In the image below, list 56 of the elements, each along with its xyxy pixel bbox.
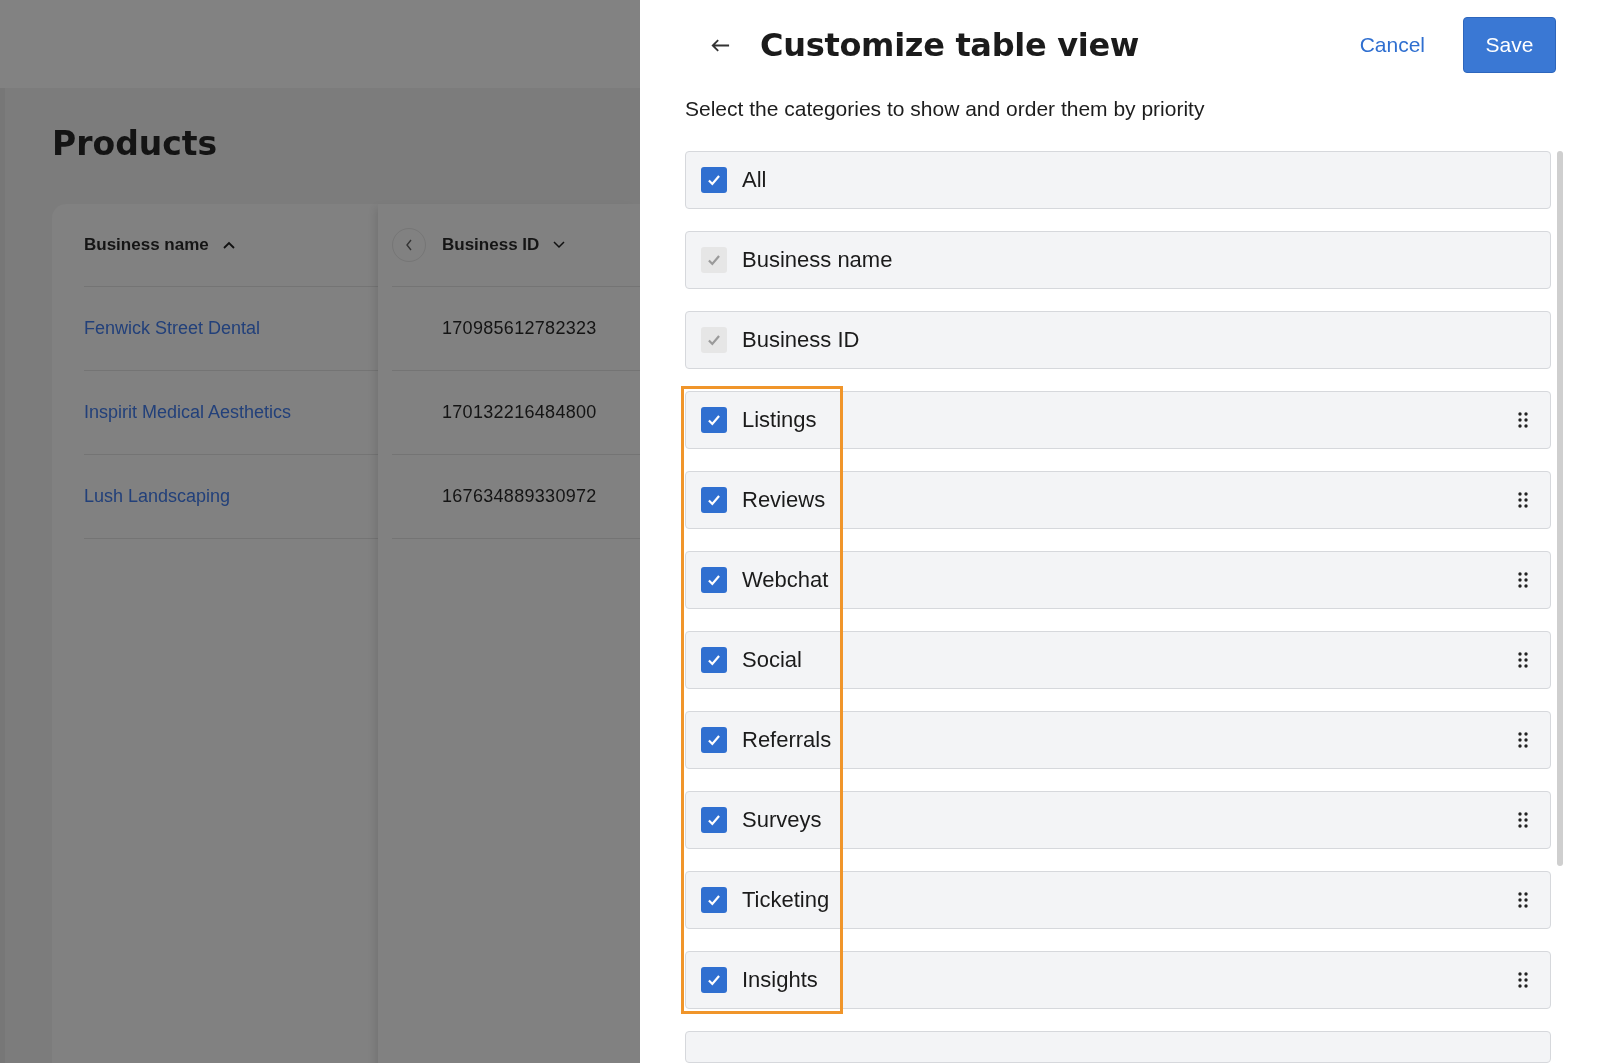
column-header[interactable]: Business ID bbox=[442, 235, 540, 255]
page-title: Products bbox=[52, 124, 219, 165]
checkbox[interactable] bbox=[701, 567, 727, 593]
table-cell: 170985612782323 bbox=[442, 318, 597, 339]
checkbox[interactable] bbox=[701, 807, 727, 833]
category-label: Webchat bbox=[742, 567, 829, 593]
drag-handle-icon[interactable] bbox=[1518, 892, 1528, 908]
drag-handle-icon[interactable] bbox=[1518, 412, 1528, 428]
drag-handle-icon[interactable] bbox=[1518, 812, 1528, 828]
table-cell: 170132216484800 bbox=[442, 402, 597, 423]
category-row[interactable]: Listings bbox=[685, 391, 1551, 449]
category-row[interactable]: Surveys bbox=[685, 791, 1551, 849]
category-label: Referrals bbox=[742, 727, 832, 753]
checkbox[interactable] bbox=[701, 967, 727, 993]
category-row[interactable]: Referrals bbox=[685, 711, 1551, 769]
instructions-text: Select the categories to show and order them by priority bbox=[685, 97, 1206, 121]
category-label: Business name bbox=[742, 247, 893, 273]
category-label: Ticketing bbox=[742, 887, 830, 913]
sort-icon[interactable] bbox=[222, 241, 235, 249]
checkbox[interactable] bbox=[701, 327, 727, 353]
table-cell: 167634889330972 bbox=[442, 486, 597, 507]
category-row[interactable]: Social bbox=[685, 631, 1551, 689]
category-row[interactable]: Webchat bbox=[685, 551, 1551, 609]
category-label: Social bbox=[742, 647, 802, 673]
panel-title: Customize table view bbox=[760, 25, 1140, 64]
back-arrow-icon[interactable] bbox=[710, 38, 730, 53]
checkbox[interactable] bbox=[701, 167, 727, 193]
checkbox[interactable] bbox=[701, 407, 727, 433]
checkbox[interactable] bbox=[701, 487, 727, 513]
category-row[interactable]: Business ID bbox=[685, 311, 1551, 369]
save-button[interactable]: Save bbox=[1463, 16, 1556, 73]
checkbox[interactable] bbox=[701, 247, 727, 273]
category-row[interactable]: Business name bbox=[685, 231, 1551, 289]
checkbox[interactable] bbox=[701, 727, 727, 753]
drag-handle-icon[interactable] bbox=[1518, 652, 1528, 668]
category-row[interactable]: All bbox=[685, 151, 1551, 209]
drag-handle-icon[interactable] bbox=[1518, 492, 1528, 508]
scrollbar-thumb[interactable] bbox=[1557, 151, 1563, 866]
category-row[interactable]: Insights bbox=[685, 951, 1551, 1009]
chevron-left-icon bbox=[404, 238, 414, 252]
drag-handle-icon[interactable] bbox=[1518, 572, 1528, 588]
category-label: All bbox=[742, 167, 767, 193]
category-label: Listings bbox=[742, 407, 817, 433]
drag-handle-icon[interactable] bbox=[1518, 972, 1528, 988]
drag-handle-icon[interactable] bbox=[1518, 732, 1528, 748]
category-label: Surveys bbox=[742, 807, 822, 833]
sort-icon[interactable] bbox=[553, 241, 566, 249]
category-label: Insights bbox=[742, 967, 818, 993]
category-label: Business ID bbox=[742, 327, 860, 353]
checkbox[interactable] bbox=[701, 647, 727, 673]
category-row[interactable]: Reviews bbox=[685, 471, 1551, 529]
checkbox[interactable] bbox=[701, 887, 727, 913]
category-row[interactable]: Ticketing bbox=[685, 871, 1551, 929]
cancel-button[interactable]: Cancel bbox=[1359, 26, 1425, 63]
category-label: Reviews bbox=[742, 487, 826, 513]
column-header[interactable]: Business name bbox=[84, 235, 209, 255]
